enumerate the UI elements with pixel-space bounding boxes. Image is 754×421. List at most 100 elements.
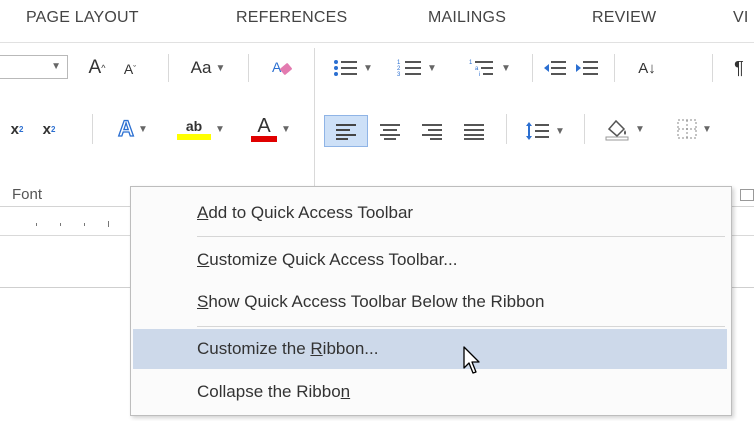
decrease-indent-icon <box>544 61 566 75</box>
tab-review[interactable]: REVIEW <box>592 9 656 27</box>
menu-item-show-quick-access-toolbar-below[interactable]: Show Quick Access Toolbar Below the Ribb… <box>131 282 731 322</box>
menu-item-label: Show Quick Access Toolbar Below the Ribb… <box>197 292 544 312</box>
eraser-icon: A <box>272 59 292 75</box>
pilcrow-icon: ¶ <box>734 57 744 78</box>
ribbon-context-menu: Add to Quick Access Toolbar Customize Qu… <box>130 186 732 416</box>
ruler-tick <box>108 221 109 227</box>
text-effects-button[interactable]: A ▼ <box>104 114 162 144</box>
menu-item-collapse-the-ribbon[interactable]: Collapse the Ribbon <box>131 372 731 412</box>
menu-item-label: Customize Quick Access Toolbar... <box>197 250 457 270</box>
chevron-down-icon: ▼ <box>635 123 645 135</box>
subscript-button[interactable]: x2 <box>4 116 30 142</box>
svg-text:A: A <box>272 59 282 75</box>
change-case-button[interactable]: Aa ▼ <box>178 56 238 80</box>
chevron-down-icon: ▼ <box>215 62 226 74</box>
mouse-pointer-icon <box>463 346 480 374</box>
chevron-down-icon: ▼ <box>137 123 148 135</box>
highlight-color-button[interactable]: ab ▼ <box>170 114 232 144</box>
font-color-icon: A <box>251 115 278 142</box>
line-spacing-button[interactable]: ▼ <box>516 116 574 146</box>
chevron-down-icon: ▼ <box>281 123 291 135</box>
align-left-icon <box>336 124 356 140</box>
group-divider <box>314 48 315 188</box>
ribbon-tab-bar: PAGE LAYOUT REFERENCES MAILINGS REVIEW V… <box>0 0 754 42</box>
label-rest: how Quick Access Toolbar Below the Ribbo… <box>208 292 545 311</box>
label-pre: Customize the <box>197 339 311 358</box>
sort-icon: A↓ <box>638 59 656 77</box>
superscript-icon: x <box>42 120 51 138</box>
change-case-label: Aa <box>190 58 212 77</box>
increase-indent-button[interactable] <box>572 55 602 81</box>
shading-button[interactable]: ▼ <box>594 114 654 144</box>
divider <box>248 54 249 82</box>
sort-button[interactable]: A↓ <box>624 55 670 81</box>
svg-text:1: 1 <box>469 60 473 66</box>
shrink-font-button[interactable]: Aˇ <box>118 58 142 80</box>
justify-button[interactable] <box>456 116 492 146</box>
align-center-icon <box>380 124 400 140</box>
line-spacing-icon <box>526 122 550 140</box>
borders-icon <box>677 119 697 139</box>
label-pre: Collapse the Ribbo <box>197 382 341 401</box>
menu-item-label: Add to Quick Access Toolbar <box>197 203 413 223</box>
menu-separator <box>197 326 725 327</box>
label-rest: dd to Quick Access Toolbar <box>208 203 414 222</box>
chevron-down-icon: ▼ <box>702 123 712 135</box>
tab-mailings[interactable]: MAILINGS <box>428 9 506 27</box>
font-color-swatch <box>251 136 278 142</box>
tab-view[interactable]: VI <box>733 9 749 27</box>
access-key: n <box>340 382 351 401</box>
access-key: C <box>197 250 210 269</box>
highlight-label: ab <box>185 118 203 134</box>
bullets-icon <box>334 60 358 76</box>
menu-separator <box>197 236 725 237</box>
justify-icon <box>464 124 484 140</box>
chevron-down-icon: ▼ <box>501 62 511 74</box>
divider <box>168 54 169 82</box>
menu-item-customize-quick-access-toolbar[interactable]: Customize Quick Access Toolbar... <box>131 240 731 280</box>
font-color-button[interactable]: A ▼ <box>240 114 302 144</box>
grow-font-icon: A <box>88 57 102 78</box>
align-center-button[interactable] <box>372 116 408 146</box>
borders-button[interactable]: ▼ <box>664 114 724 144</box>
show-hide-marks-button[interactable]: ¶ <box>724 55 754 81</box>
ruler-tick <box>36 223 37 226</box>
label-rest: ustomize Quick Access Toolbar... <box>209 250 458 269</box>
font-size-dropdown[interactable]: ▼ <box>0 55 68 79</box>
menu-item-label: Collapse the Ribbon <box>197 382 350 402</box>
chevron-down-icon: ▼ <box>215 123 225 135</box>
chevron-down-icon: ▼ <box>427 62 437 74</box>
menu-item-label: Customize the Ribbon... <box>197 339 378 359</box>
dialog-launcher-icon[interactable] <box>740 189 754 201</box>
ruler-tick <box>84 223 85 226</box>
multilevel-list-button[interactable]: 1 a i ▼ <box>460 55 520 81</box>
tab-page-layout[interactable]: PAGE LAYOUT <box>26 9 139 27</box>
menu-item-customize-the-ribbon[interactable]: Customize the Ribbon... <box>133 329 727 369</box>
align-right-icon <box>422 124 442 140</box>
access-key: A <box>197 203 209 222</box>
highlight-swatch <box>177 134 212 140</box>
decrease-indent-button[interactable] <box>540 55 570 81</box>
label-rest: ibbon... <box>322 339 379 358</box>
svg-text:3: 3 <box>397 72 401 78</box>
align-right-button[interactable] <box>414 116 450 146</box>
divider <box>532 54 533 82</box>
font-color-label: A <box>257 115 271 137</box>
align-left-button[interactable] <box>324 115 368 147</box>
chevron-down-icon: ▼ <box>51 61 61 72</box>
grow-font-button[interactable]: A ^ <box>84 56 110 80</box>
superscript-button[interactable]: x2 <box>36 116 62 142</box>
menu-item-add-to-quick-access-toolbar[interactable]: Add to Quick Access Toolbar <box>131 193 731 233</box>
shrink-font-icon: A <box>123 61 134 77</box>
svg-text:i: i <box>479 72 480 78</box>
chevron-down-icon: ▼ <box>555 125 565 137</box>
font-group-label: Font <box>12 186 43 203</box>
numbering-button[interactable]: 1 2 3 ▼ <box>392 55 442 81</box>
access-key: R <box>310 339 323 358</box>
clear-formatting-button[interactable]: A <box>268 55 298 81</box>
divider <box>92 114 93 144</box>
tab-references[interactable]: REFERENCES <box>236 9 347 27</box>
bullets-button[interactable]: ▼ <box>328 55 378 81</box>
numbering-icon: 1 2 3 <box>397 60 422 78</box>
ruler-tick <box>60 223 61 226</box>
